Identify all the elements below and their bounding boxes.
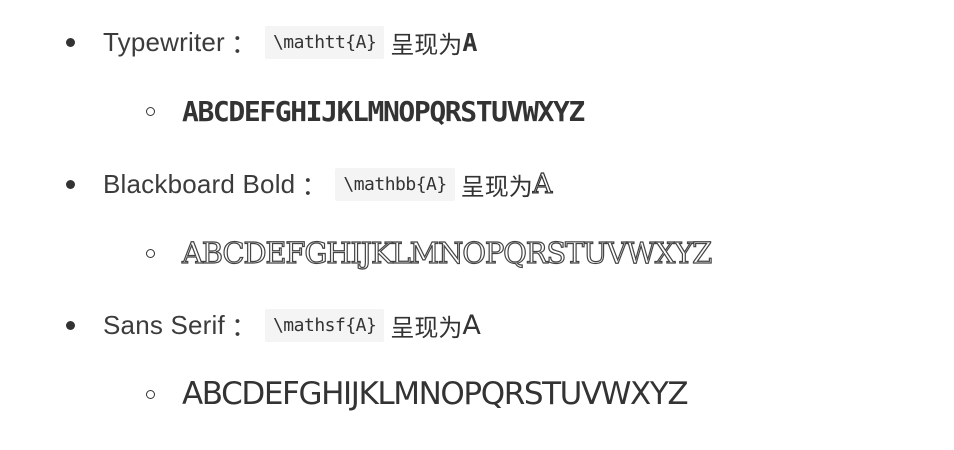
rendered-sample: A	[462, 309, 481, 341]
bullet-circle-icon	[146, 106, 155, 116]
rendered-sample: A	[462, 27, 478, 57]
latex-code: \mathtt{A}	[264, 25, 385, 59]
list-item-blackboard-bold: Blackboard Bold ： \mathbb{A} 呈现为 A	[66, 164, 553, 204]
bullet-disc-icon	[66, 37, 75, 47]
bullet-disc-icon	[66, 179, 75, 189]
renders-as-text: 呈现为	[390, 30, 463, 59]
rendered-sample: A	[532, 168, 553, 200]
latex-code: \mathsf{A}	[264, 308, 385, 342]
font-style-label: Blackboard Bold	[103, 168, 296, 199]
latex-code: \mathbb{A}	[335, 167, 455, 201]
label-colon: ：	[230, 28, 257, 59]
sub-item-blackboard-bold-alphabet: ABCDEFGHIJKLMNOPQRSTUVWXYZ	[146, 231, 713, 275]
label-colon: ：	[230, 311, 257, 342]
renders-as-text: 呈现为	[390, 313, 463, 342]
renders-as-text: 呈现为	[460, 172, 533, 201]
bullet-circle-icon	[146, 248, 155, 258]
font-style-label: Sans Serif	[103, 309, 225, 340]
font-style-label: Typewriter	[103, 26, 225, 57]
font-style-list: Typewriter ： \mathtt{A} 呈现为 A ABCDEFGHIJ…	[0, 0, 954, 450]
sub-item-typewriter-alphabet: ABCDEFGHIJKLMNOPQRSTUVWXYZ	[146, 89, 585, 133]
bullet-circle-icon	[146, 389, 155, 399]
alphabet-sample: ABCDEFGHIJKLMNOPQRSTUVWXYZ	[182, 94, 585, 128]
bullet-disc-icon	[66, 320, 75, 330]
alphabet-sample: ABCDEFGHIJKLMNOPQRSTUVWXYZ	[182, 376, 689, 412]
list-item-typewriter: Typewriter ： \mathtt{A} 呈现为 A	[66, 22, 477, 62]
alphabet-sample: ABCDEFGHIJKLMNOPQRSTUVWXYZ	[181, 235, 712, 270]
sub-item-sans-serif-alphabet: ABCDEFGHIJKLMNOPQRSTUVWXYZ	[146, 372, 689, 416]
label-colon: ：	[301, 170, 328, 201]
list-item-sans-serif: Sans Serif ： \mathsf{A} 呈现为 A	[66, 305, 481, 345]
